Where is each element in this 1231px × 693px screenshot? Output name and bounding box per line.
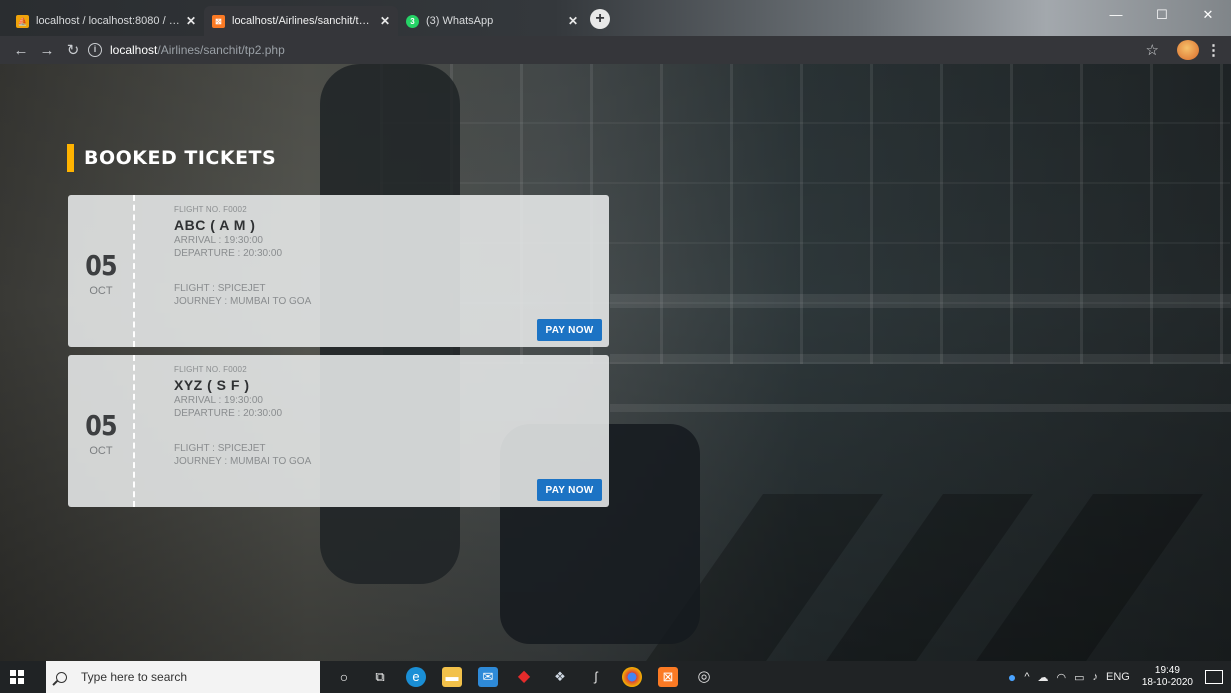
pay-now-button[interactable]: PAY NOW [537, 479, 602, 501]
close-icon[interactable]: ✕ [380, 14, 390, 28]
ticket-card: 05 OCT FLIGHT NO. F0002 ABC ( A M ) ARRI… [68, 195, 609, 347]
forward-arrow-icon[interactable]: → [34, 42, 60, 59]
help-icon[interactable]: ● [1008, 669, 1016, 685]
tab-title: localhost/Airlines/sanchit/tp2.php [232, 15, 374, 27]
bookmark-star-icon[interactable]: ☆ [1146, 41, 1159, 59]
ticket-date: 05 OCT [68, 195, 134, 347]
dropbox-icon[interactable]: ❖ [550, 667, 570, 687]
ticket-day: 05 [85, 249, 117, 282]
railing-decoration [610, 294, 1231, 308]
ticket-info: FLIGHT NO. F0002 ABC ( A M ) ARRIVAL : 1… [174, 205, 311, 307]
cloud-icon[interactable]: ☁ [1037, 671, 1048, 684]
tab-tp2[interactable]: ⊠ localhost/Airlines/sanchit/tp2.php ✕ [204, 6, 398, 36]
wifi-icon[interactable]: ◠ [1056, 671, 1066, 684]
page-title: BOOKED TICKETS [67, 144, 276, 172]
edge-icon[interactable]: e [406, 667, 426, 687]
tab-title: localhost / localhost:8080 / users [36, 15, 180, 27]
mail-icon[interactable]: ✉ [478, 667, 498, 687]
tab-title: (3) WhatsApp [426, 15, 494, 27]
windows-start-icon[interactable] [10, 670, 24, 684]
maximize-icon[interactable]: ☐ [1139, 0, 1185, 30]
close-window-icon[interactable]: ✕ [1185, 0, 1231, 30]
flight-number: FLIGHT NO. F0002 [174, 365, 247, 374]
airline: FLIGHT : SPICEJET [174, 443, 266, 454]
reload-icon[interactable]: ↻ [60, 41, 86, 59]
pay-now-button[interactable]: PAY NOW [537, 319, 602, 341]
clock-date: 18-10-2020 [1141, 677, 1193, 688]
new-tab-button[interactable]: + [590, 9, 610, 29]
browser-toolbar: ← → ↻ i localhost/Airlines/sanchit/tp2.p… [0, 36, 1231, 64]
journey: JOURNEY : MUMBAI TO GOA [174, 296, 312, 307]
ticket-date: 05 OCT [68, 355, 134, 507]
ticket-info: FLIGHT NO. F0002 XYZ ( S F ) ARRIVAL : 1… [174, 365, 311, 467]
search-icon [56, 671, 67, 683]
file-explorer-icon[interactable]: ▬ [442, 667, 462, 687]
sublime-icon[interactable]: ʃ [586, 667, 606, 687]
airline: FLIGHT : SPICEJET [174, 283, 266, 294]
url-host: localhost [110, 43, 158, 57]
flight-number: FLIGHT NO. F0002 [174, 205, 247, 214]
departure-time: DEPARTURE : 20:30:00 [174, 408, 283, 419]
phpmyadmin-icon: ⛵ [16, 14, 29, 28]
ticket-month: OCT [89, 285, 113, 297]
volume-icon[interactable]: ♪ [1093, 671, 1099, 683]
ticket-divider [133, 355, 135, 507]
clock[interactable]: 19:49 18-10-2020 [1142, 665, 1193, 689]
menu-kebab-icon[interactable]: ⋮ [1206, 41, 1221, 59]
close-icon[interactable]: ✕ [186, 14, 196, 28]
battery-icon[interactable]: ▭ [1074, 671, 1084, 684]
app-diamond-icon[interactable]: ◆ [514, 667, 534, 687]
ticket-day: 05 [85, 409, 117, 442]
url-path: /Airlines/sanchit/tp2.php [157, 43, 285, 57]
whatsapp-icon: 3 [406, 14, 419, 28]
window-controls: — ☐ ✕ [1093, 0, 1231, 30]
system-tray: ● ^ ☁ ◠ ▭ ♪ ENG 19:49 18-10-2020 [1004, 661, 1231, 693]
xampp-icon: ⊠ [212, 14, 225, 28]
ticket-divider [133, 195, 135, 347]
railing-decoration [610, 354, 1231, 364]
back-arrow-icon[interactable]: ← [8, 42, 34, 59]
departure-time: DEPARTURE : 20:30:00 [174, 248, 283, 259]
heading-accent-bar [67, 144, 74, 172]
heading-text: BOOKED TICKETS [84, 147, 277, 169]
app-swirl-icon[interactable]: ◎ [694, 667, 714, 687]
journey: JOURNEY : MUMBAI TO GOA [174, 456, 312, 467]
chrome-icon[interactable] [622, 667, 642, 687]
taskbar-search-input[interactable]: Type here to search [46, 661, 320, 693]
address-bar[interactable]: i localhost/Airlines/sanchit/tp2.php [88, 40, 1138, 60]
page-background: BOOKED TICKETS 05 OCT FLIGHT NO. F0002 A… [0, 64, 1231, 661]
railing-decoration [610, 404, 1231, 412]
tab-phpmyadmin[interactable]: ⛵ localhost / localhost:8080 / users ✕ [8, 6, 204, 36]
ticket-card: 05 OCT FLIGHT NO. F0002 XYZ ( S F ) ARRI… [68, 355, 609, 507]
browser-tab-strip: ⛵ localhost / localhost:8080 / users ✕ ⊠… [0, 0, 1231, 36]
search-placeholder: Type here to search [81, 670, 188, 684]
xampp-icon[interactable]: ⊠ [658, 667, 678, 687]
language-indicator[interactable]: ENG [1106, 671, 1130, 683]
task-view-icon[interactable]: ⧉ [370, 667, 390, 687]
passenger-name: ABC ( A M ) [174, 217, 256, 233]
close-icon[interactable]: ✕ [568, 14, 578, 28]
minimize-icon[interactable]: — [1093, 0, 1139, 30]
cortana-icon[interactable]: ○ [334, 667, 354, 687]
passenger-name: XYZ ( S F ) [174, 377, 250, 393]
taskbar: Type here to search ○ ⧉ e ▬ ✉ ◆ ❖ ʃ ⊠ ◎ … [0, 661, 1231, 693]
profile-avatar-icon[interactable] [1177, 40, 1199, 60]
arrival-time: ARRIVAL : 19:30:00 [174, 235, 263, 246]
arrival-time: ARRIVAL : 19:30:00 [174, 395, 263, 406]
tab-whatsapp[interactable]: 3 (3) WhatsApp ✕ [398, 6, 586, 36]
ticket-month: OCT [89, 445, 113, 457]
clock-time: 19:49 [1154, 665, 1180, 676]
chevron-up-icon[interactable]: ^ [1024, 671, 1029, 683]
notification-icon[interactable] [1205, 670, 1223, 684]
info-icon[interactable]: i [88, 43, 102, 57]
